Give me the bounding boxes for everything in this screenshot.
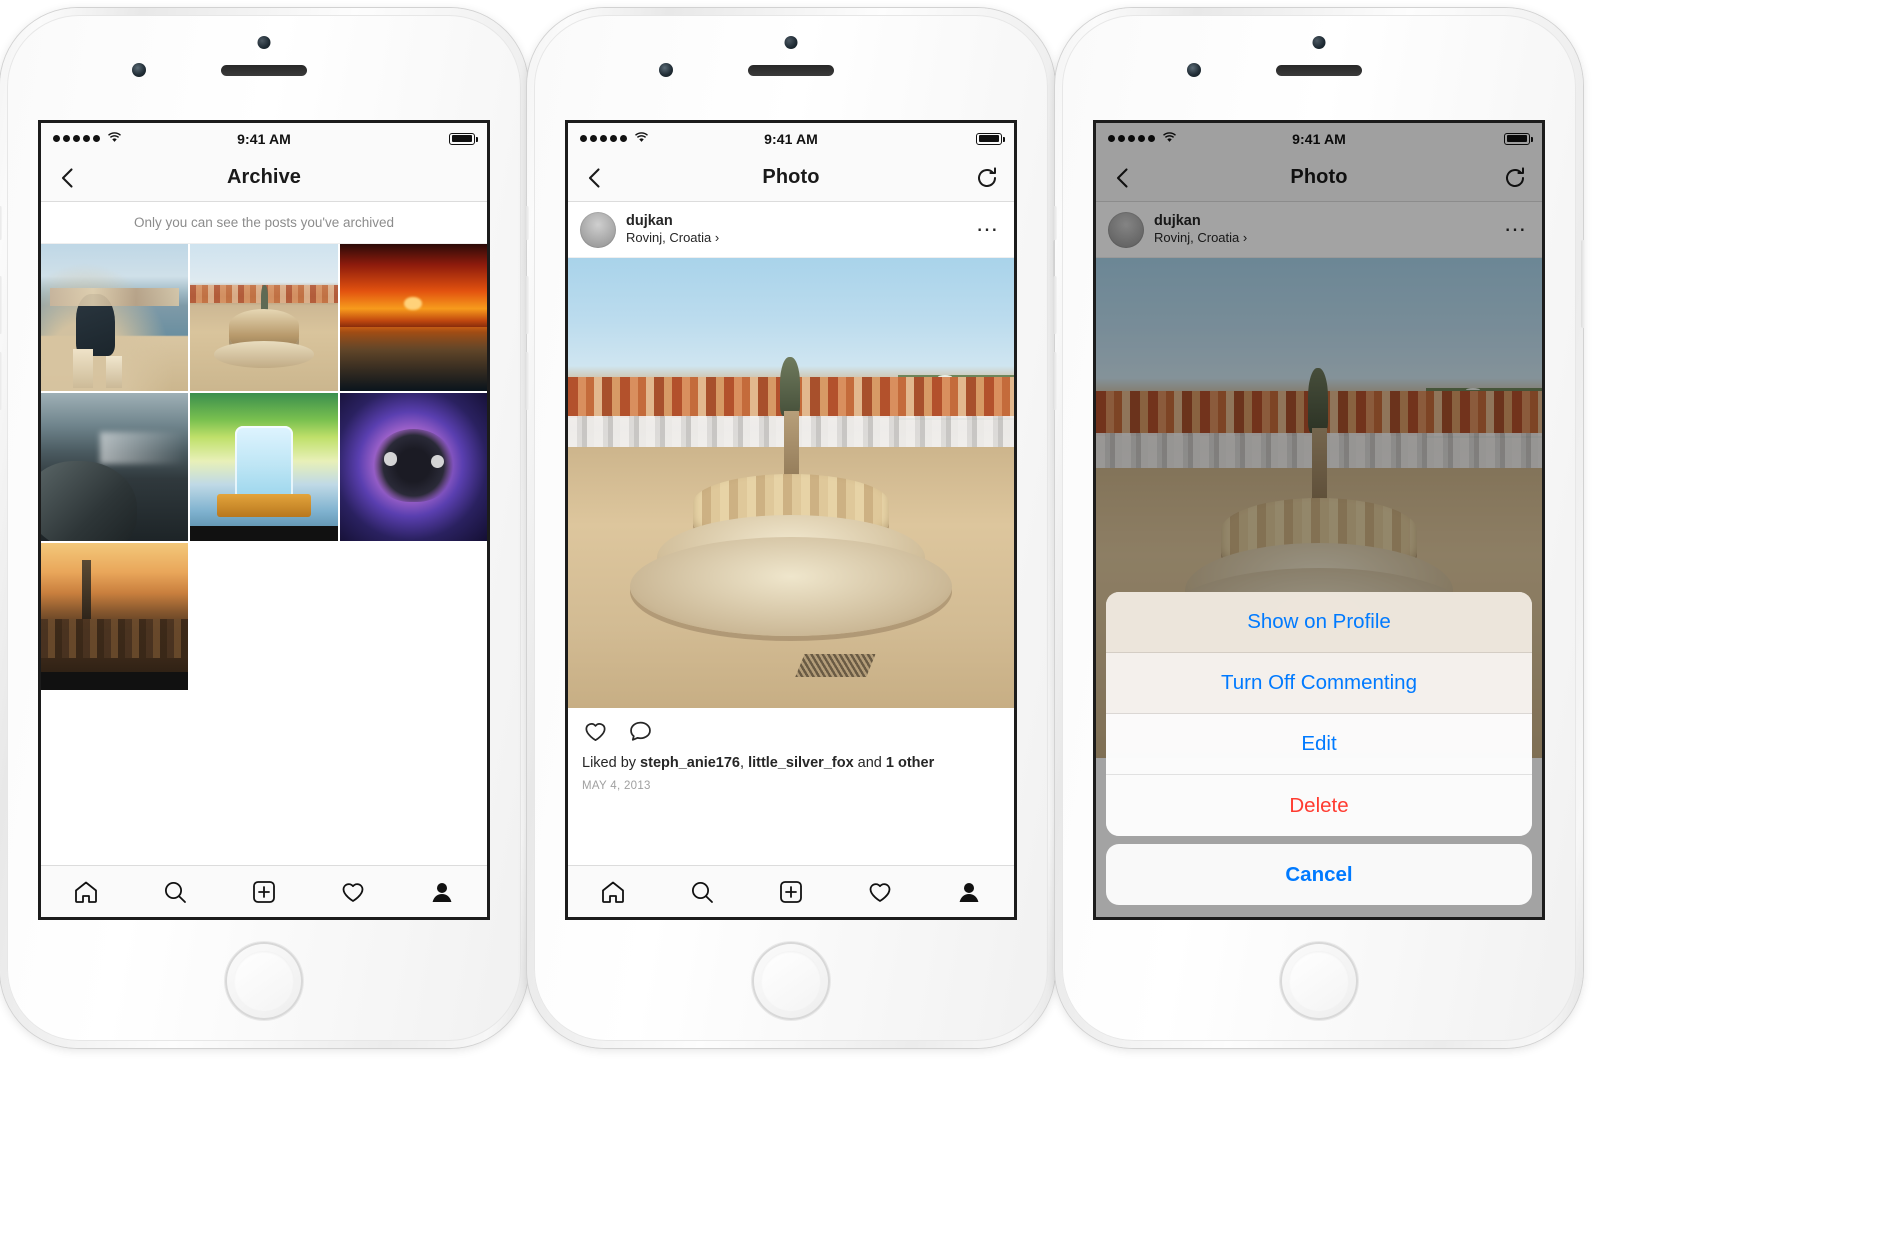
home-button[interactable]: [1280, 942, 1358, 1020]
archive-tile-rocky-sea[interactable]: [41, 393, 189, 541]
chevron-right-icon: ›: [714, 230, 720, 246]
wifi-icon: [107, 131, 122, 146]
volume-down-button[interactable]: [0, 352, 2, 410]
navigation-bar-archive: Archive: [41, 154, 487, 202]
action-sheet-options: Show on Profile Turn Off Commenting Edit…: [1106, 592, 1532, 836]
device-screen-photo: 9:41 AM Photo dujkan Rovinj, Croatia › ⋯…: [565, 120, 1017, 920]
signal-strength: [53, 131, 122, 146]
ring-switch[interactable]: [1053, 206, 1057, 240]
person-icon[interactable]: [428, 878, 456, 906]
post-photo[interactable]: [568, 258, 1014, 708]
person-icon[interactable]: [955, 878, 983, 906]
page-title: Archive: [226, 166, 302, 188]
action-sheet: Show on Profile Turn Off Commenting Edit…: [1106, 592, 1532, 905]
device-screen-action-sheet: 9:41 AM Photo dujkan Rovinj, Croatia › ⋯…: [1093, 120, 1545, 920]
archive-tile-butterfly[interactable]: [339, 393, 487, 541]
back-button[interactable]: [582, 165, 608, 191]
device-screen-archive: 9:41 AM Archive Only you can see the pos…: [38, 120, 490, 920]
post-header: dujkan Rovinj, Croatia › ⋯: [568, 202, 1014, 258]
ellipsis-icon[interactable]: ⋯: [976, 218, 1000, 240]
back-button[interactable]: [55, 165, 81, 191]
archive-tile-coast-portrait[interactable]: [41, 244, 189, 392]
proximity-sensor-icon: [784, 36, 798, 49]
wifi-icon: [634, 131, 649, 146]
proximity-sensor-icon: [257, 36, 271, 49]
front-camera-icon: [132, 63, 146, 77]
iphone-device-photo: 9:41 AM Photo dujkan Rovinj, Croatia › ⋯…: [525, 8, 1057, 1048]
avatar[interactable]: [580, 211, 616, 248]
plus-square-icon[interactable]: [250, 878, 278, 906]
action-cancel[interactable]: Cancel: [1106, 844, 1532, 905]
iphone-device-archive: 9:41 AM Archive Only you can see the pos…: [0, 8, 530, 1048]
liked-by-others-count[interactable]: 1 other: [886, 755, 934, 771]
volume-up-button[interactable]: [1053, 276, 1057, 334]
ring-switch[interactable]: [525, 206, 529, 240]
navigation-bar-photo: Photo: [568, 154, 1014, 202]
post-username[interactable]: dujkan: [626, 212, 719, 230]
status-bar: 9:41 AM: [568, 123, 1014, 154]
iphone-device-action-sheet: 9:41 AM Photo dujkan Rovinj, Croatia › ⋯…: [1053, 8, 1585, 1048]
refresh-icon[interactable]: [974, 165, 1000, 191]
archive-privacy-note: Only you can see the posts you've archiv…: [41, 202, 487, 244]
post-date: MAY 4, 2013: [582, 779, 651, 792]
archive-tile-harbor-sunset[interactable]: [41, 542, 189, 690]
archive-tile-cocktail-havana-club[interactable]: [190, 393, 338, 541]
post-location-label: Rovinj, Croatia: [626, 230, 712, 246]
power-button[interactable]: [1581, 240, 1585, 328]
bottom-tab-bar: [41, 865, 487, 917]
battery-full-icon: [976, 132, 1006, 145]
screenshot-stage: 9:41 AM Archive Only you can see the pos…: [0, 0, 1901, 1255]
action-edit[interactable]: Edit: [1106, 714, 1532, 775]
volume-up-button[interactable]: [525, 276, 529, 334]
archive-photo-grid: [41, 244, 487, 690]
proximity-sensor-icon: [1312, 36, 1326, 49]
earpiece-speaker: [1276, 65, 1362, 76]
home-icon[interactable]: [599, 878, 627, 906]
plus-square-icon[interactable]: [777, 878, 805, 906]
search-icon[interactable]: [688, 878, 716, 906]
heart-icon[interactable]: [339, 878, 367, 906]
battery-full-icon: [449, 132, 479, 145]
volume-down-button[interactable]: [525, 352, 529, 410]
heart-icon[interactable]: [866, 878, 894, 906]
liked-by-separator: ,: [740, 755, 749, 771]
home-button[interactable]: [752, 942, 830, 1020]
volume-up-button[interactable]: [0, 276, 2, 334]
earpiece-speaker: [221, 65, 307, 76]
liked-by-conjunction: and: [853, 755, 886, 771]
liked-by-prefix: Liked by: [582, 755, 641, 771]
action-show-on-profile[interactable]: Show on Profile: [1106, 592, 1532, 653]
bottom-tab-bar: [568, 865, 1014, 917]
status-bar-clock: 9:41 AM: [237, 130, 291, 147]
ring-switch[interactable]: [0, 206, 2, 240]
archive-tile-sunset[interactable]: [339, 244, 487, 392]
front-camera-icon: [1187, 63, 1201, 77]
volume-down-button[interactable]: [1053, 352, 1057, 410]
heart-icon[interactable]: [582, 718, 609, 745]
action-delete[interactable]: Delete: [1106, 775, 1532, 836]
archive-tile-fountain-square[interactable]: [190, 244, 338, 392]
search-icon[interactable]: [161, 878, 189, 906]
status-bar: 9:41 AM: [41, 123, 487, 154]
page-title: Photo: [762, 166, 820, 188]
action-turn-off-commenting[interactable]: Turn Off Commenting: [1106, 653, 1532, 714]
liked-by-name-2[interactable]: little_silver_fox: [748, 755, 854, 771]
liked-by-text: Liked by steph_anie176, little_silver_fo…: [568, 754, 1014, 774]
signal-strength: [580, 131, 649, 146]
home-icon[interactable]: [72, 878, 100, 906]
status-bar-clock: 9:41 AM: [764, 130, 818, 147]
earpiece-speaker: [748, 65, 834, 76]
liked-by-name-1[interactable]: steph_anie176: [640, 755, 740, 771]
post-action-row: [568, 708, 1014, 754]
comment-bubble-icon[interactable]: [627, 718, 654, 745]
front-camera-icon: [659, 63, 673, 77]
home-button[interactable]: [225, 942, 303, 1020]
post-location[interactable]: Rovinj, Croatia ›: [626, 230, 719, 247]
